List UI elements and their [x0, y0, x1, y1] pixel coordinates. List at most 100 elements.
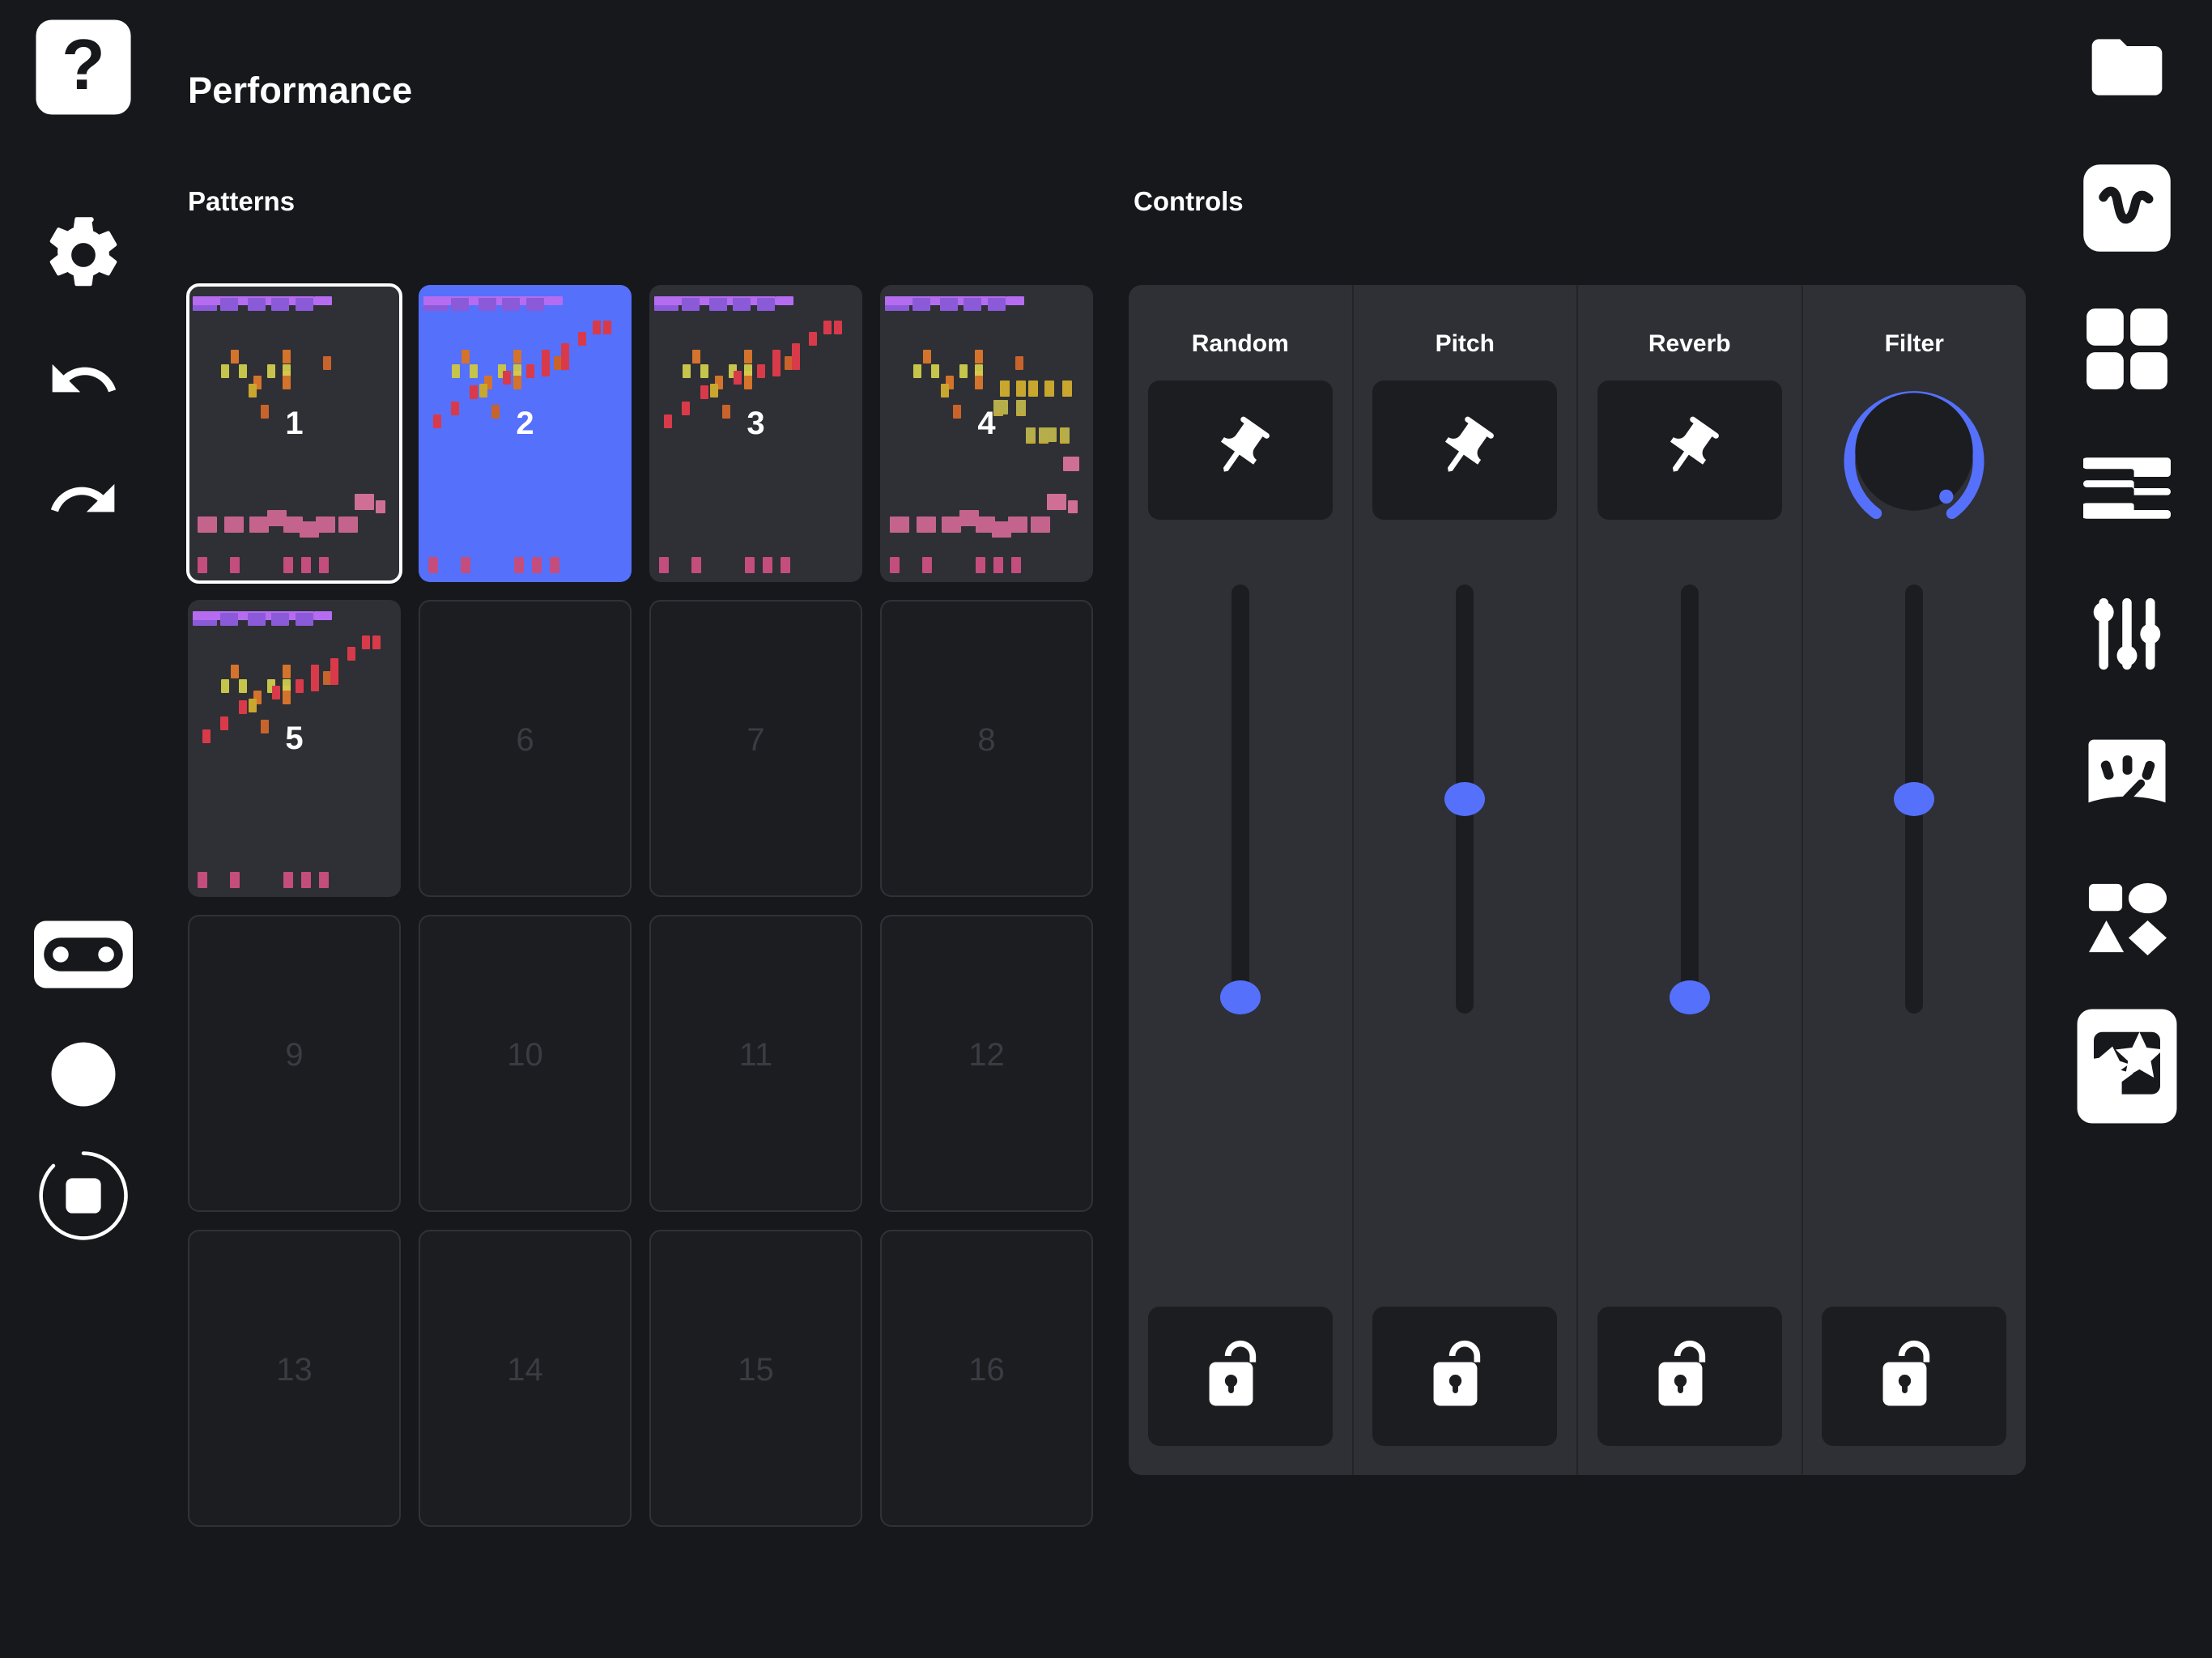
- pattern-note: [745, 557, 755, 573]
- control-slider[interactable]: [1890, 585, 1938, 1014]
- pattern-note: [479, 298, 496, 311]
- pattern-cell-1[interactable]: 1: [186, 283, 402, 584]
- pattern-note: [1015, 356, 1023, 370]
- pattern-note: [362, 636, 370, 649]
- pattern-note: [682, 298, 700, 311]
- pattern-note: [462, 350, 470, 363]
- patterns-section-label: Patterns: [188, 186, 296, 216]
- pattern-note: [513, 376, 521, 389]
- pattern-number: 4: [977, 406, 996, 441]
- stars-icon[interactable]: [2068, 1007, 2186, 1125]
- pattern-note: [923, 350, 931, 363]
- pattern-note: [781, 557, 790, 573]
- pattern-note: [248, 298, 266, 311]
- pattern-cell-12[interactable]: 12: [880, 915, 1093, 1212]
- pattern-cell-9[interactable]: 9: [188, 915, 401, 1212]
- redo-icon[interactable]: [34, 450, 133, 549]
- slider-thumb[interactable]: [1894, 782, 1935, 816]
- pattern-cell-7[interactable]: 7: [649, 600, 862, 897]
- pattern-number: 15: [738, 1352, 774, 1388]
- controls-panel: Random Pitch Reverb Filter: [1129, 285, 2026, 1475]
- pattern-note: [710, 384, 718, 397]
- tape-icon[interactable]: [33, 905, 133, 1004]
- control-slider[interactable]: [1440, 585, 1489, 1014]
- pattern-note: [249, 699, 257, 712]
- sliders-icon[interactable]: [2078, 585, 2176, 683]
- pattern-note: [593, 321, 601, 334]
- gear-icon[interactable]: [34, 206, 133, 304]
- folder-icon[interactable]: [2078, 18, 2176, 117]
- pattern-cell-11[interactable]: 11: [649, 915, 862, 1212]
- pattern-cell-15[interactable]: 15: [649, 1230, 862, 1527]
- pattern-note: [1031, 517, 1050, 533]
- pattern-cell-8[interactable]: 8: [880, 600, 1093, 897]
- slider-thumb[interactable]: [1669, 980, 1710, 1014]
- pattern-note: [763, 557, 772, 573]
- pattern-note: [683, 364, 691, 378]
- pattern-number: 10: [507, 1037, 543, 1073]
- pattern-cell-16[interactable]: 16: [880, 1230, 1093, 1527]
- pattern-cell-14[interactable]: 14: [419, 1230, 632, 1527]
- lock-button[interactable]: [1822, 1307, 2007, 1446]
- lock-button[interactable]: [1597, 1307, 1782, 1446]
- control-strip-random: Random: [1129, 285, 1354, 1475]
- pattern-cell-3[interactable]: 3: [649, 285, 862, 582]
- slider-thumb[interactable]: [1219, 980, 1261, 1014]
- pattern-note: [792, 343, 800, 357]
- pattern-note: [917, 517, 936, 533]
- pattern-cell-13[interactable]: 13: [188, 1230, 401, 1527]
- pattern-number: 13: [276, 1352, 313, 1388]
- pattern-note: [526, 364, 534, 378]
- pattern-note: [314, 296, 332, 305]
- pattern-note: [700, 385, 708, 399]
- pattern-cell-6[interactable]: 6: [419, 600, 632, 897]
- lock-button[interactable]: [1147, 1307, 1333, 1446]
- pattern-note: [283, 376, 291, 389]
- pattern-note: [319, 557, 329, 573]
- pattern-note: [941, 384, 949, 397]
- help-icon[interactable]: ?: [34, 18, 133, 117]
- pattern-note: [809, 332, 817, 346]
- pattern-note: [659, 557, 669, 573]
- pattern-note: [355, 494, 374, 510]
- pattern-note: [578, 332, 586, 346]
- pattern-cell-4[interactable]: 4: [880, 285, 1093, 582]
- stop-icon[interactable]: [34, 1146, 133, 1245]
- piano-keys-icon[interactable]: [2078, 439, 2176, 538]
- record-icon[interactable]: [34, 1025, 133, 1124]
- pattern-note: [470, 385, 478, 399]
- pattern-note: [550, 557, 559, 573]
- control-label: Pitch: [1435, 330, 1495, 357]
- pattern-cell-2[interactable]: 2: [419, 285, 632, 582]
- grid-icon[interactable]: [2078, 300, 2176, 398]
- control-slider[interactable]: [1665, 585, 1714, 1014]
- pattern-note: [823, 321, 832, 334]
- pattern-note: [1011, 557, 1021, 573]
- lock-button[interactable]: [1372, 1307, 1558, 1446]
- shapes-icon[interactable]: [2078, 869, 2176, 968]
- pattern-note: [221, 364, 229, 378]
- pattern-note: [301, 557, 311, 573]
- pattern-note: [890, 517, 909, 533]
- pattern-cell-10[interactable]: 10: [419, 915, 632, 1212]
- pattern-note: [271, 298, 289, 311]
- pattern-note: [940, 298, 958, 311]
- filter-knob[interactable]: [1827, 379, 2001, 525]
- pattern-note: [1068, 500, 1078, 513]
- pin-button[interactable]: [1372, 380, 1558, 520]
- pattern-note: [198, 872, 207, 888]
- undo-icon[interactable]: [34, 330, 133, 429]
- pattern-note: [561, 343, 569, 357]
- pattern-note: [239, 679, 247, 693]
- control-slider[interactable]: [1216, 585, 1265, 1014]
- vu-meter-icon[interactable]: [2078, 727, 2176, 826]
- pattern-note: [296, 679, 304, 693]
- pin-button[interactable]: [1147, 380, 1333, 520]
- slider-thumb[interactable]: [1444, 782, 1486, 816]
- pin-button[interactable]: [1597, 380, 1782, 520]
- pattern-note: [733, 298, 751, 311]
- pattern-note: [1028, 380, 1038, 397]
- waveform-icon[interactable]: [2078, 159, 2176, 257]
- pattern-note: [231, 350, 239, 363]
- pattern-cell-5[interactable]: 5: [188, 600, 401, 897]
